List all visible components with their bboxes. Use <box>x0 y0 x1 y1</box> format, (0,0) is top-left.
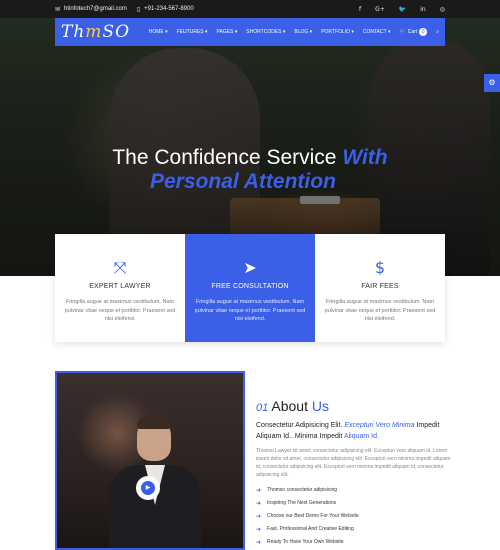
cart-count-badge: 0 <box>419 28 428 36</box>
feature-title: FAIR FEES <box>361 283 399 290</box>
facebook-icon[interactable]: f <box>359 6 361 13</box>
dollar-icon: $ <box>374 258 386 277</box>
about-lead: Consectetur Adipisicing Elit. Excepturi … <box>256 420 456 442</box>
nav-item-portfolio[interactable]: PORTFOLIO ▾ <box>321 29 354 35</box>
site-logo[interactable]: ThmSO <box>61 22 130 42</box>
arrow-right-icon: ➜ <box>256 487 262 494</box>
email-text: htinfotech7@gmail.com <box>64 6 127 12</box>
list-item-text: Fast, Professional And Creative Editing <box>267 526 354 532</box>
list-item: ➜ Thomso consectetur adipisicing <box>256 484 456 497</box>
arrow-right-icon: ➜ <box>256 526 262 533</box>
logo-text-mid: m <box>85 22 103 42</box>
about-list: ➜ Thomso consectetur adipisicing ➜ Inspiri… <box>256 484 456 549</box>
section-number: 01 <box>256 402 269 414</box>
list-item-text: Thomso consectetur adipisicing <box>267 487 338 493</box>
hero-title-main: The Confidence Service <box>112 146 337 169</box>
nav-item-pages[interactable]: PAGES ▾ <box>217 29 238 35</box>
twitter-icon[interactable]: 🐦 <box>399 6 406 13</box>
feature-text: Fringilla augue at maximus vestibulum. N… <box>324 299 436 322</box>
nav-menu: HOME ▾ FEUTURES ▾ PAGES ▾ SHORTCODES ▾ B… <box>149 28 439 36</box>
about-heading-accent: Us <box>311 398 329 414</box>
nav-item-shortcodes[interactable]: SHORTCODES ▾ <box>246 29 285 35</box>
list-item-text: Choose our Best Demo For Your Website <box>267 513 359 519</box>
lead-text-highlight: Aliquam Id. <box>343 433 379 440</box>
feature-text: Fringilla augue at maximus vestibulum. N… <box>64 299 176 322</box>
envelope-icon: ✉ <box>55 5 61 13</box>
features-section: ⤧ EXPERT LAWYER Fringilla augue at maxim… <box>55 234 445 342</box>
cart-label: Cart <box>407 29 418 35</box>
main-navbar: ThmSO HOME ▾ FEUTURES ▾ PAGES ▾ SHORTCOD… <box>55 18 445 46</box>
nav-item-contact[interactable]: CONTACT ▾ <box>363 29 391 35</box>
cart-button[interactable]: 🛒 Cart 0 <box>400 28 428 36</box>
instagram-icon[interactable]: ◎ <box>440 6 445 13</box>
email-contact[interactable]: ✉ htinfotech7@gmail.com <box>55 6 127 13</box>
arrow-right-icon: ➜ <box>256 539 262 546</box>
list-item: ➜ Inspiring The Next Generations <box>256 497 456 510</box>
phone-contact[interactable]: ▯ +91-234-567-8900 <box>137 6 194 13</box>
list-item: ➜ Fast, Professional And Creative Editing <box>256 523 456 536</box>
top-bar: ✉ htinfotech7@gmail.com ▯ +91-234-567-89… <box>0 0 500 18</box>
lead-text-1: Consectetur Adipisicing Elit. <box>256 422 343 429</box>
paper-plane-icon: ➤ <box>243 258 257 277</box>
arrow-right-icon: ➜ <box>256 513 262 520</box>
gear-icon: ⚙ <box>488 78 496 87</box>
search-icon[interactable]: ⌕ <box>436 29 439 35</box>
feature-title: FREE CONSULTATION <box>211 283 289 290</box>
cart-icon: 🛒 <box>399 29 406 35</box>
feature-card-fair-fees[interactable]: $ FAIR FEES Fringilla augue at maximus v… <box>315 234 445 342</box>
feature-card-free-consultation[interactable]: ➤ FREE CONSULTATION Fringilla augue at m… <box>185 234 315 342</box>
hero-title-accent: With <box>342 146 388 169</box>
nav-item-home[interactable]: HOME ▾ <box>149 29 168 35</box>
about-heading-text: About <box>271 398 308 414</box>
play-icon: ▶ <box>141 481 155 495</box>
feature-card-expert-lawyer[interactable]: ⤧ EXPERT LAWYER Fringilla augue at maxim… <box>55 234 185 342</box>
list-item-text: Inspiring The Next Generations <box>267 500 337 506</box>
list-item: ➜ Choose our Best Demo For Your Website <box>256 510 456 523</box>
arrow-right-icon: ➜ <box>256 500 262 507</box>
feature-text: Fringilla augue at maximus vestibulum. N… <box>194 299 306 322</box>
lead-text-italic: Excepturi Vero Minima <box>344 422 415 429</box>
nav-item-blog[interactable]: BLOG ▾ <box>294 29 312 35</box>
hero-subtitle: Personal Attention <box>150 170 336 193</box>
phone-icon: ▯ <box>136 5 141 13</box>
about-body-text: Thoniso Lawyer sit amet, consectetur adi… <box>256 448 451 478</box>
phone-text: +91-234-567-8900 <box>144 6 194 12</box>
google-plus-icon[interactable]: G+ <box>375 6 385 13</box>
person-hair <box>137 415 171 429</box>
settings-toggle[interactable]: ⚙ <box>484 74 500 92</box>
about-heading: 01 About Us <box>256 398 456 414</box>
social-links: f G+ 🐦 in ◎ <box>359 6 445 13</box>
list-item-text: Ready To Have Your Own Website <box>267 539 344 545</box>
feature-title: EXPERT LAWYER <box>89 283 151 290</box>
about-section: 01 About Us Consectetur Adipisicing Elit… <box>256 398 456 549</box>
logo-text-left: Th <box>61 22 86 42</box>
nav-item-features[interactable]: FEUTURES ▾ <box>177 29 208 35</box>
hero-title: The Confidence Service With <box>0 146 500 170</box>
video-play-button[interactable]: ▶ <box>136 476 160 500</box>
about-image <box>55 371 245 550</box>
linkedin-icon[interactable]: in <box>420 6 425 13</box>
list-item: ➜ Ready To Have Your Own Website <box>256 536 456 549</box>
logo-text-right: SO <box>102 22 131 42</box>
expand-arrows-icon: ⤧ <box>113 258 127 277</box>
